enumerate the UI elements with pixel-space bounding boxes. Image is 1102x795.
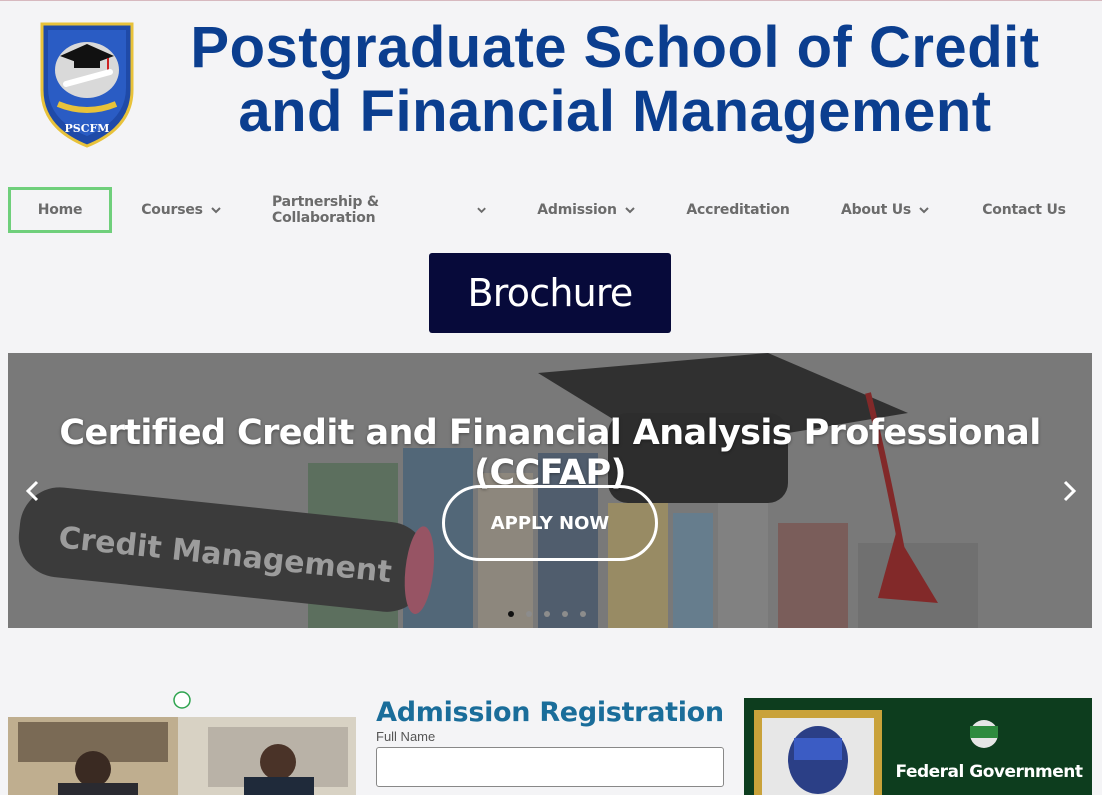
chevron-down-icon — [919, 207, 929, 214]
loading-icon — [173, 691, 191, 709]
nav-item-label: Accreditation — [686, 202, 790, 218]
chevron-down-icon — [625, 207, 635, 214]
nav-item-label: About Us — [840, 202, 912, 218]
slider-dot[interactable] — [562, 611, 568, 617]
site-title[interactable]: Postgraduate School of Credit and Financ… — [150, 16, 1080, 144]
nav-item-label: Admission — [537, 202, 617, 218]
nav-item-label: Contact Us — [982, 202, 1066, 218]
full-name-label: Full Name — [376, 729, 436, 744]
nav-item-label: Courses — [141, 202, 203, 218]
nav-item-home[interactable]: Home — [8, 187, 112, 233]
nav-item-label: Partnership & Collaboration — [272, 194, 379, 226]
admission-registration-title: Admission Registration — [376, 697, 724, 728]
chevron-right-icon[interactable] — [1058, 479, 1080, 503]
slider-dot[interactable] — [508, 611, 514, 617]
brochure-button[interactable]: Brochure — [429, 253, 671, 333]
nav-item-partnership[interactable]: Partnership & Collaboration — [272, 187, 486, 233]
hero-slider[interactable]: Credit Management Certified Credit and F… — [8, 353, 1092, 628]
nav-item-contact-us[interactable]: Contact Us — [978, 187, 1070, 233]
apply-now-button[interactable]: APPLY NOW — [442, 485, 658, 561]
full-name-input[interactable] — [376, 747, 724, 787]
slider-pagination — [508, 611, 586, 617]
nav-item-admission[interactable]: Admission — [532, 187, 640, 233]
slider-dot[interactable] — [580, 611, 586, 617]
logo-text: PSCFM — [65, 122, 110, 135]
video-thumbnail[interactable] — [8, 717, 356, 795]
chevron-left-icon[interactable] — [22, 479, 44, 503]
nav-item-label: Home — [37, 202, 83, 218]
site-title-line2: and Financial Management — [238, 79, 992, 144]
main-nav: Home Courses Partnership & Collaboration… — [0, 187, 1102, 233]
federal-government-banner[interactable]: Federal Government — [744, 698, 1092, 795]
chevron-down-icon — [477, 207, 486, 214]
slider-dot[interactable] — [526, 611, 532, 617]
banner-text: Federal Government — [895, 762, 1083, 782]
school-logo[interactable]: PSCFM — [38, 20, 136, 148]
chevron-down-icon — [211, 207, 221, 214]
nav-item-courses[interactable]: Courses — [135, 187, 227, 233]
nav-item-accreditation[interactable]: Accreditation — [684, 187, 792, 233]
slide-heading: Certified Credit and Financial Analysis … — [59, 413, 1041, 493]
top-border — [0, 0, 1102, 1]
slider-dot[interactable] — [544, 611, 550, 617]
site-title-line1: Postgraduate School of Credit — [190, 15, 1040, 80]
nav-item-about-us[interactable]: About Us — [836, 187, 934, 233]
